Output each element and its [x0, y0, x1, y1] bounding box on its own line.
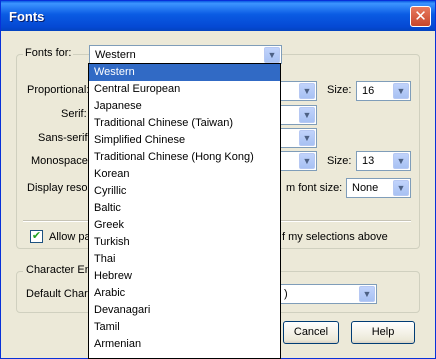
dropdown-option[interactable]: Korean [89, 166, 280, 183]
monospace-size-select[interactable]: 13 ▼ [356, 151, 411, 171]
title-bar[interactable]: Fonts ✕ [1, 1, 435, 31]
chevron-down-icon[interactable]: ▼ [299, 130, 315, 146]
chevron-down-icon[interactable]: ▼ [393, 83, 409, 99]
dropdown-option[interactable]: Baltic [89, 200, 280, 217]
chevron-down-icon[interactable]: ▼ [359, 286, 375, 302]
dropdown-option[interactable]: Japanese [89, 98, 280, 115]
dropdown-option[interactable]: Armenian [89, 336, 280, 353]
checkmark-icon: ✔ [31, 230, 42, 242]
proportional-size-value: 16 [362, 85, 375, 97]
chevron-down-icon[interactable]: ▼ [393, 153, 409, 169]
dropdown-option[interactable]: Simplified Chinese [89, 132, 280, 149]
character-encoding-legend: Character En [23, 264, 94, 276]
dropdown-option[interactable]: Arabic [89, 285, 280, 302]
min-font-size-select[interactable]: None ▼ [346, 178, 411, 198]
dropdown-option[interactable]: Devanagari [89, 302, 280, 319]
min-font-size-label: m font size: [286, 182, 343, 194]
cancel-button-label: Cancel [293, 326, 329, 338]
proportional-size-select[interactable]: 16 ▼ [356, 81, 411, 101]
dropdown-option[interactable]: Cyrillic [89, 183, 280, 200]
default-encoding-label: Default Char [26, 288, 88, 300]
serif-label: Serif: [61, 108, 87, 120]
chevron-down-icon[interactable]: ▼ [299, 153, 315, 169]
dropdown-option[interactable]: Central European [89, 81, 280, 98]
monospace-size-value: 13 [362, 155, 375, 167]
fonts-for-select[interactable]: Western ▼ [89, 45, 282, 64]
dropdown-option[interactable]: Turkish [89, 234, 280, 251]
close-icon: ✕ [414, 8, 427, 25]
dropdown-option[interactable]: Greek [89, 217, 280, 234]
display-resolution-label: Display resolu [27, 182, 97, 194]
sans-serif-label: Sans-serif: [38, 132, 91, 144]
dropdown-option[interactable]: Thai [89, 251, 280, 268]
chevron-down-icon[interactable]: ▼ [264, 47, 280, 63]
allow-pages-label-end[interactable]: f my selections above [282, 231, 388, 243]
chevron-down-icon[interactable]: ▼ [393, 180, 409, 196]
proportional-label: Proportional: [27, 84, 90, 96]
help-button[interactable]: Help [351, 321, 415, 344]
chevron-down-icon[interactable]: ▼ [299, 107, 315, 123]
allow-pages-checkbox[interactable]: ✔ [30, 230, 43, 243]
dropdown-option[interactable]: Traditional Chinese (Taiwan) [89, 115, 280, 132]
min-font-size-value: None [352, 182, 379, 194]
dialog-title: Fonts [9, 9, 45, 24]
allow-pages-label[interactable]: Allow pa [49, 231, 91, 243]
proportional-size-label: Size: [327, 84, 352, 96]
chevron-down-icon[interactable]: ▼ [299, 83, 315, 99]
dropdown-option[interactable]: Tamil [89, 319, 280, 336]
fonts-for-value: Western [95, 49, 136, 61]
close-button[interactable]: ✕ [410, 6, 431, 27]
default-encoding-value: ) [284, 288, 288, 300]
monospace-label: Monospace: [31, 155, 91, 167]
cancel-button[interactable]: Cancel [283, 321, 339, 344]
help-button-label: Help [371, 326, 395, 338]
monospace-size-label: Size: [327, 155, 352, 167]
default-encoding-select[interactable]: ) ▼ [271, 284, 377, 304]
fonts-for-dropdown-list[interactable]: Western Central European Japanese Tradition… [88, 63, 281, 359]
dropdown-option[interactable]: Hebrew [89, 268, 280, 285]
fonts-for-label: Fonts for: [23, 47, 74, 59]
dropdown-option[interactable]: Western [89, 64, 280, 81]
dropdown-option[interactable]: Traditional Chinese (Hong Kong) [89, 149, 280, 166]
